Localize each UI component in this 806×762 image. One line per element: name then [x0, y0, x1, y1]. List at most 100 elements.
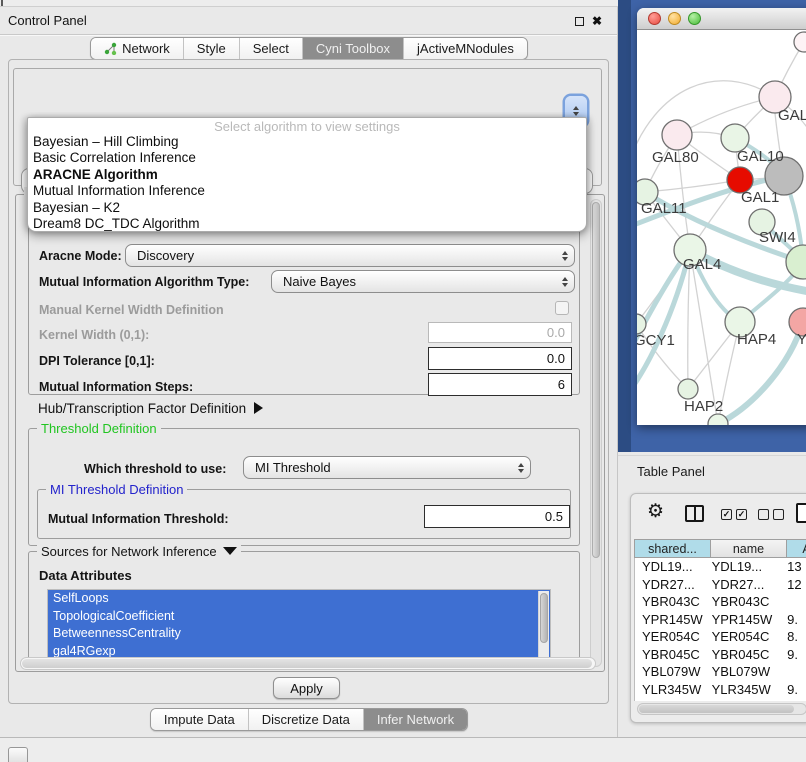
table-cell: YBR045C	[712, 646, 778, 664]
spinner-arrows-icon	[562, 271, 568, 292]
dropdown-item[interactable]: Dream8 DC_TDC Algorithm	[28, 216, 586, 232]
node-label: GAL11	[641, 200, 687, 217]
mi-steps-field[interactable]: 6	[428, 373, 572, 396]
table-cell: YBR043C	[635, 593, 712, 611]
network-window-titlebar[interactable]	[637, 8, 806, 30]
cyni-algorithm-settings-group: Cyni Algorithm Settings Algorithm Defini…	[15, 194, 605, 672]
table-rows: YDL19...YDL19...13YDR27...YDR27...12YBR0…	[634, 558, 806, 701]
bottom-strip	[0, 737, 806, 762]
tab-select[interactable]: Select	[239, 38, 302, 59]
tab-jactivemnodules[interactable]: jActiveMNodules	[403, 38, 527, 59]
close-window-button[interactable]: ✖	[590, 14, 604, 28]
node-label: Y	[797, 331, 806, 348]
table-cell: 9.	[777, 698, 806, 701]
tab-infer-network[interactable]: Infer Network	[363, 709, 467, 730]
table-row[interactable]: YBL079WYBL079W	[635, 663, 806, 681]
bottom-tab-area: Impute DataDiscretize Data Infer Network	[0, 708, 618, 731]
aracne-mode-combo[interactable]: Discovery	[125, 244, 575, 267]
mi-threshold-definition-group: MI Threshold Definition Mutual Informati…	[37, 489, 571, 539]
kernel-width-field[interactable]: 0.0	[428, 322, 572, 343]
attribute-list-item[interactable]: BetweennessCentrality	[48, 625, 550, 643]
tab-style[interactable]: Style	[183, 38, 239, 59]
apply-button[interactable]: Apply	[273, 677, 340, 699]
scrollbar-thumb[interactable]	[639, 705, 794, 713]
network-node-gcy1[interactable]	[637, 314, 646, 334]
table-cell: 8.	[777, 628, 806, 646]
table-row[interactable]: YPR145WYPR145W9.	[635, 611, 806, 629]
deselect-all-columns-icon[interactable]	[758, 509, 784, 520]
network-node-gal80[interactable]	[662, 120, 692, 150]
settings-vertical-scrollbar[interactable]	[590, 199, 602, 667]
network-view-window: GAL7GAL80GAL10GAL1GAL11SWI4GAL4GCY1HAP4Y…	[637, 8, 806, 425]
attribute-list-item[interactable]: TopologicalCoefficient	[48, 608, 550, 626]
tab-cyni-toolbox[interactable]: Cyni Toolbox	[302, 38, 403, 59]
table-cell: YBR043C	[712, 593, 778, 611]
mi-type-combo[interactable]: Naive Bayes	[271, 270, 575, 293]
node-label: GAL80	[652, 149, 699, 166]
table-column-header[interactable]: A	[787, 539, 806, 558]
table-function-icon[interactable]	[796, 503, 806, 523]
mi-type-label: Mutual Information Algorithm Type:	[39, 275, 249, 289]
tab-network[interactable]: Network	[91, 38, 183, 59]
settings-horizontal-scrollbar[interactable]	[20, 657, 596, 670]
table-row[interactable]: YBR045CYBR045C9.	[635, 646, 806, 664]
float-window-button[interactable]	[572, 14, 586, 28]
application-window: Control Panel ✖ NetworkStyleSelectCyni T…	[0, 0, 806, 762]
table-row[interactable]: YDR27...YDR27...12	[635, 576, 806, 594]
dropdown-item[interactable]: Bayesian – K2	[28, 200, 586, 216]
node-label: GCY1	[637, 332, 675, 349]
table-row[interactable]: YBR043CYBR043C	[635, 593, 806, 611]
data-attributes-label: Data Attributes	[39, 568, 132, 583]
tab-impute-data[interactable]: Impute Data	[151, 709, 248, 730]
algorithm-definition-group: Algorithm Definition Aracne Mode: Discov…	[28, 217, 580, 395]
network-node[interactable]	[786, 245, 806, 279]
mini-panel-button[interactable]	[8, 747, 28, 762]
which-threshold-value: MI Threshold	[255, 460, 331, 475]
desktop-shadow-band	[618, 0, 631, 452]
tab-label: Infer Network	[377, 712, 454, 727]
dropdown-item[interactable]: ARACNE Algorithm	[28, 167, 586, 183]
attribute-list-item[interactable]: SelfLoops	[48, 590, 550, 608]
dropdown-item[interactable]: Basic Correlation Inference	[28, 150, 586, 166]
manual-kernel-checkbox[interactable]	[555, 301, 569, 315]
node-label: GAL7	[778, 107, 806, 124]
mi-threshold-field[interactable]: 0.5	[424, 505, 570, 528]
table-cell: YIL052C	[712, 698, 778, 701]
hub-tf-definition-expander[interactable]: Hub/Transcription Factor Definition	[38, 401, 263, 416]
dropdown-item[interactable]: Mutual Information Inference	[28, 183, 586, 199]
table-row[interactable]: YER054CYER054C8.	[635, 628, 806, 646]
which-threshold-label: Which threshold to use:	[84, 462, 226, 476]
attributes-scrollbar[interactable]	[538, 591, 549, 658]
table-column-header[interactable]: shared...	[634, 539, 711, 558]
table-row[interactable]: YDL19...YDL19...13	[635, 558, 806, 576]
scrollbar-thumb[interactable]	[592, 202, 600, 558]
table-row[interactable]: YLR345WYLR345W9.	[635, 681, 806, 699]
table-cell: YDL19...	[635, 558, 712, 576]
zoom-traffic-light[interactable]	[688, 12, 701, 25]
table-cell: YER054C	[635, 628, 712, 646]
table-row[interactable]: YIL052CYIL052C9.	[635, 698, 806, 701]
gear-icon[interactable]: ⚙	[647, 502, 664, 521]
select-all-columns-icon[interactable]: ✓ ✓	[721, 509, 747, 520]
scrollbar-thumb[interactable]	[540, 593, 548, 643]
table-cell: 12	[777, 576, 806, 594]
table-horizontal-scrollbar[interactable]	[637, 703, 806, 715]
dropdown-item[interactable]: Bayesian – Hill Climbing	[28, 134, 586, 150]
table-cell: 9.	[777, 611, 806, 629]
scrollbar-thumb[interactable]	[22, 659, 592, 668]
split-columns-icon[interactable]	[685, 505, 704, 522]
table-column-header[interactable]: name	[711, 539, 787, 558]
tab-discretize-data[interactable]: Discretize Data	[248, 709, 363, 730]
data-attributes-list[interactable]: SelfLoopsTopologicalCoefficientBetweenne…	[47, 589, 551, 660]
which-threshold-combo[interactable]: MI Threshold	[243, 456, 531, 479]
network-node-hap2[interactable]	[678, 379, 698, 399]
close-traffic-light[interactable]	[648, 12, 661, 25]
table-cell: 13	[777, 558, 806, 576]
tab-label: Style	[197, 41, 226, 56]
network-node[interactable]	[708, 414, 728, 425]
network-canvas[interactable]: GAL7GAL80GAL10GAL1GAL11SWI4GAL4GCY1HAP4Y…	[637, 30, 806, 425]
tab-label: jActiveMNodules	[417, 41, 514, 56]
network-node[interactable]	[794, 32, 806, 52]
dpi-tolerance-field[interactable]: 0.0	[428, 347, 572, 370]
minimize-traffic-light[interactable]	[668, 12, 681, 25]
